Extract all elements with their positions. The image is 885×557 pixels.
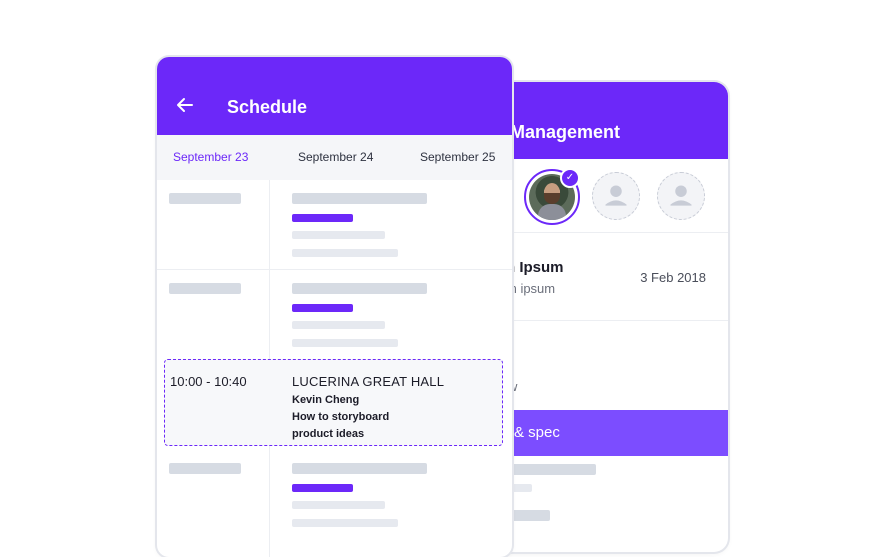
management-header: Management [486,82,728,159]
skeleton-line [510,510,550,521]
skeleton-time [169,463,241,474]
skeleton-line [510,484,532,492]
skeleton-time [169,193,241,204]
skeleton-time [169,283,241,294]
tab-september-25[interactable]: September 25 [420,150,495,164]
person-subtitle: m ipsum [506,281,556,296]
skeleton-title [292,283,427,294]
skeleton-line [292,519,398,527]
person-icon [605,185,627,206]
skeleton-line [510,464,596,475]
event-location: LUCERINA GREAT HALL [292,374,445,389]
divider [486,320,728,321]
skeleton-accent [292,214,353,222]
event-topic-line-2: product ideas [292,428,365,440]
schedule-event[interactable]: 10:00 - 10:40 LUCERINA GREAT HALL Kevin … [164,359,503,446]
check-icon: ✓ [560,168,580,188]
empty-avatar-slot[interactable] [592,172,640,220]
skeleton-line [292,321,385,329]
page-title: Schedule [227,97,308,117]
skeleton-accent [292,304,353,312]
skeleton-title [292,463,427,474]
row-divider [157,269,512,270]
section-label: & spec [514,424,560,441]
person-name: n Ipsum [506,259,564,276]
person-icon [670,185,692,206]
divider [486,232,728,233]
management-title: Management [510,122,621,142]
event-topic-line-1: How to storyboard [292,411,390,423]
event-speaker: Kevin Cheng [292,394,360,406]
skeleton-line [292,501,385,509]
schedule-header: Schedule [157,57,512,135]
section-bar[interactable]: & spec [486,410,728,456]
arrow-left-icon[interactable] [175,95,195,115]
skeleton-title [292,193,427,204]
skeleton-line [292,249,398,257]
tab-september-23[interactable]: September 23 [173,150,248,164]
empty-avatar-slot[interactable] [657,172,705,220]
management-screen: Management ✓ n Ipsum m ipsum 3 Feb 2018 … [486,82,728,552]
event-time: 10:00 - 10:40 [170,374,247,389]
skeleton-line [292,339,398,347]
tab-september-24[interactable]: September 24 [298,150,373,164]
schedule-screen: Schedule September 23 September 24 Septe… [157,57,512,557]
skeleton-accent [292,484,353,492]
date-tabs: September 23 September 24 September 25 [157,135,512,180]
skeleton-line [292,231,385,239]
person-date: 3 Feb 2018 [640,270,706,285]
